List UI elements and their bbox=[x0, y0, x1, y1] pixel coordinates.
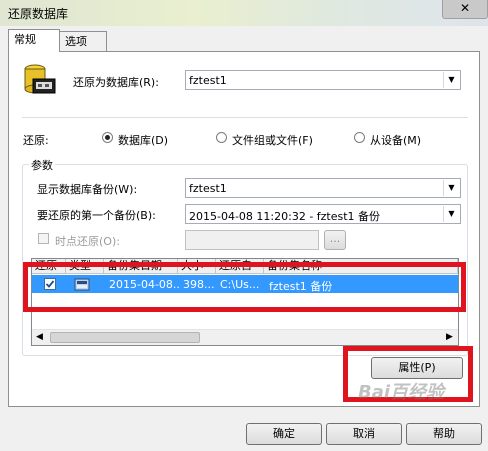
database-restore-icon bbox=[23, 63, 57, 97]
restore-source-label: 还原: bbox=[23, 134, 49, 147]
show-backups-label: 显示数据库备份(W): bbox=[37, 183, 138, 196]
ok-button[interactable]: 确定 bbox=[246, 423, 322, 445]
point-in-time-label: 时点还原(O): bbox=[55, 235, 120, 248]
restore-to-combo[interactable]: fztest1 ▼ bbox=[185, 70, 461, 90]
radio-filegroup[interactable] bbox=[216, 132, 227, 143]
first-backup-value: 2015-04-08 11:20:32 - fztest1 备份 bbox=[189, 210, 381, 223]
show-backups-combo[interactable]: fztest1 ▼ bbox=[185, 178, 461, 198]
close-button[interactable]: ✕ bbox=[442, 0, 488, 19]
tab-options-label: 选项 bbox=[65, 35, 87, 48]
scroll-left-icon[interactable]: ◀ bbox=[36, 332, 43, 342]
chevron-down-icon: ▼ bbox=[443, 206, 459, 222]
first-backup-combo[interactable]: 2015-04-08 11:20:32 - fztest1 备份 ▼ bbox=[185, 204, 461, 224]
close-icon: ✕ bbox=[459, 1, 471, 15]
tab-general[interactable]: 常规 bbox=[8, 29, 60, 52]
browse-button[interactable]: ... bbox=[324, 230, 346, 250]
radio-database[interactable] bbox=[102, 132, 113, 143]
restore-to-label: 还原为数据库(R): bbox=[73, 76, 159, 89]
horizontal-scrollbar[interactable]: ◀ ▶ bbox=[32, 329, 458, 345]
scroll-thumb[interactable] bbox=[50, 332, 200, 343]
window-title: 还原数据库 bbox=[8, 7, 69, 21]
watermark: Bai百经验 bbox=[358, 382, 445, 403]
radio-database-label: 数据库(D) bbox=[118, 134, 169, 147]
highlight-box-row bbox=[23, 262, 466, 312]
tab-options[interactable]: 选项 bbox=[59, 31, 107, 51]
restore-to-value: fztest1 bbox=[189, 74, 227, 87]
point-in-time-checkbox[interactable] bbox=[38, 233, 49, 244]
title-bar: 还原数据库 ✕ bbox=[0, 0, 488, 26]
first-backup-label: 要还原的第一个备份(B): bbox=[37, 209, 156, 222]
separator bbox=[22, 117, 468, 118]
chevron-down-icon: ▼ bbox=[443, 72, 459, 88]
radio-device-label: 从设备(M) bbox=[370, 134, 422, 147]
chevron-down-icon: ▼ bbox=[443, 180, 459, 196]
point-in-time-field[interactable] bbox=[185, 230, 319, 250]
properties-button[interactable]: 属性(P) bbox=[371, 357, 463, 379]
parameters-title: 参数 bbox=[29, 157, 55, 173]
radio-filegroup-label: 文件组或文件(F) bbox=[232, 134, 313, 147]
tab-general-label: 常规 bbox=[14, 33, 36, 46]
show-backups-value: fztest1 bbox=[189, 182, 227, 195]
radio-device[interactable] bbox=[354, 132, 365, 143]
scroll-right-icon[interactable]: ▶ bbox=[446, 332, 453, 342]
